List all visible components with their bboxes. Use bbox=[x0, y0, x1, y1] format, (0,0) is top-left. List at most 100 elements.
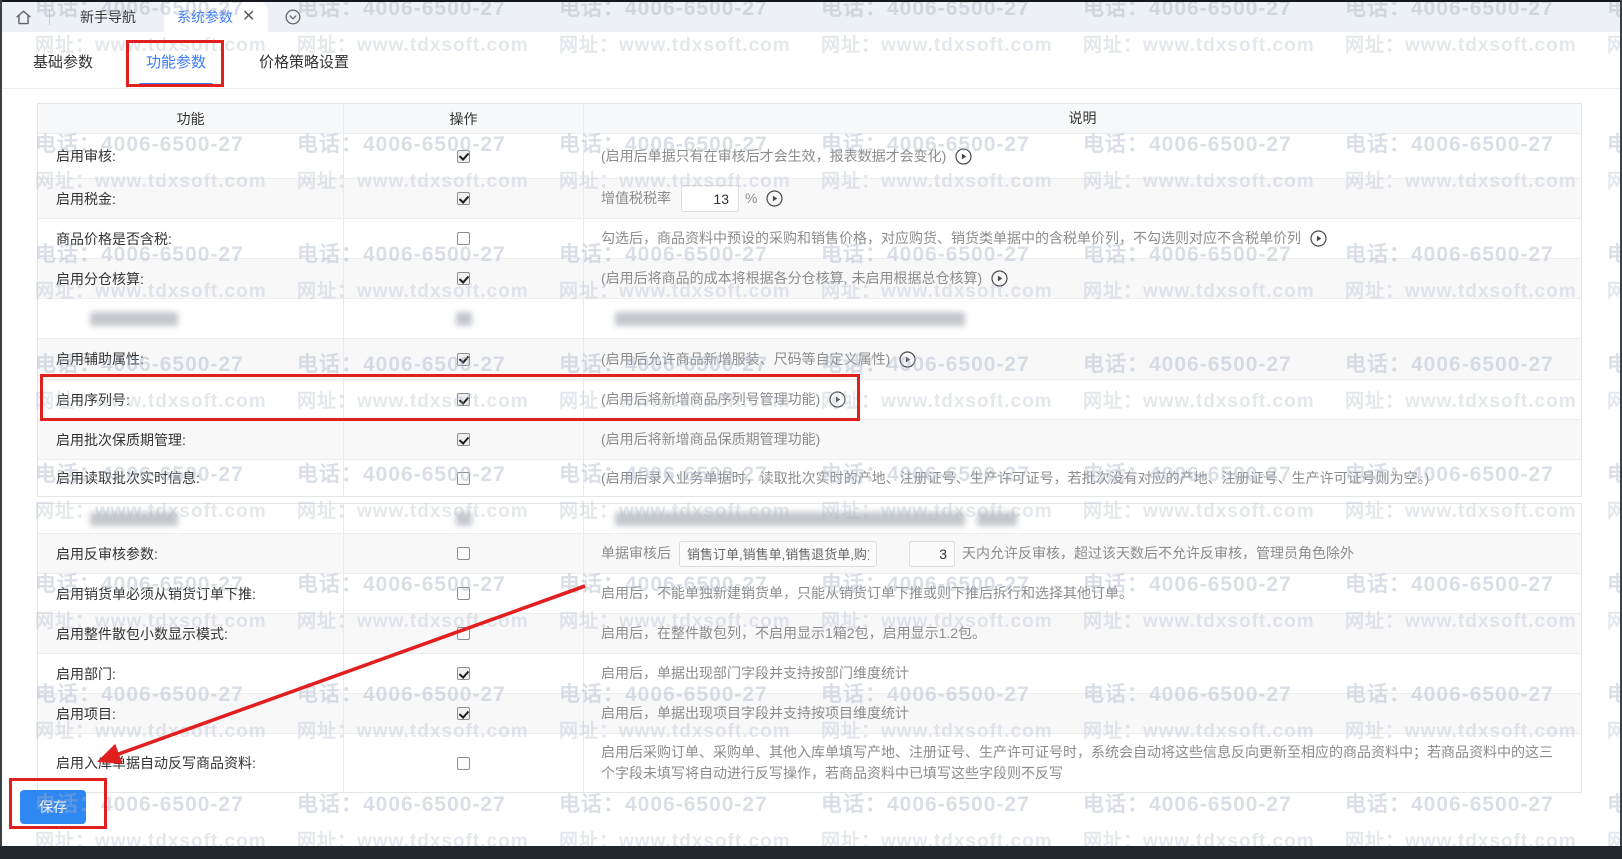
home-icon[interactable] bbox=[14, 8, 33, 27]
operation-cell bbox=[344, 574, 584, 613]
row-label: 启用反审核参数: bbox=[56, 544, 158, 564]
tab-list-dropdown-icon[interactable] bbox=[284, 8, 302, 26]
row-checkbox[interactable] bbox=[457, 232, 470, 245]
subtab-function-parameters[interactable]: 功能参数 bbox=[139, 40, 213, 88]
row-checkbox[interactable] bbox=[457, 547, 470, 560]
play-help-icon[interactable] bbox=[899, 351, 916, 368]
row-label: 启用销货单必须从销货订单下推: bbox=[56, 584, 256, 604]
row-label: 启用批次保质期管理: bbox=[56, 430, 186, 450]
row-checkbox[interactable] bbox=[457, 587, 470, 600]
description-cell: (启用后将商品的成本将根据各分仓核算, 未启用根据总仓核算) bbox=[584, 259, 1581, 298]
function-cell: 启用入库单据自动反写商品资料: bbox=[38, 734, 344, 792]
row-description: (启用后录入业务单据时，读取批次实时的产地、注册证号、生产许可证号，若批次没有对… bbox=[601, 468, 1429, 489]
table-row: 启用整件散包小数显示模式: 启用后，在整件散包列，不启用显示1箱2包，启用显示1.… bbox=[38, 614, 1581, 654]
row-checkbox[interactable] bbox=[457, 472, 470, 485]
row-description: (启用后将新增商品序列号管理功能) bbox=[601, 389, 820, 410]
function-cell bbox=[38, 299, 344, 338]
description-cell: 启用后采购订单、采购单、其他入库单填写产地、注册证号、生产许可证号时，系统会自动… bbox=[584, 734, 1581, 792]
row-label: 启用辅助属性: bbox=[56, 349, 144, 369]
row-label: 启用整件散包小数显示模式: bbox=[56, 624, 228, 644]
blurred-placeholder bbox=[615, 512, 965, 526]
function-cell: 启用项目: bbox=[38, 694, 344, 733]
table-header-row: 功能 操作 说明 bbox=[38, 104, 1581, 134]
description-cell bbox=[584, 299, 1581, 338]
description-cell: 单据审核后天内允许反审核，超过该天数后不允许反审核，管理员角色除外 bbox=[584, 534, 1581, 573]
reaudit-doc-types-input[interactable] bbox=[679, 541, 877, 567]
row-checkbox[interactable] bbox=[457, 353, 470, 366]
settings-table: 功能 操作 说明 启用审核: (启用后单据只有在审核后才会生效，报表数据才会变化)… bbox=[37, 103, 1582, 793]
play-help-icon[interactable] bbox=[766, 190, 783, 207]
close-icon[interactable]: ✕ bbox=[242, 9, 255, 25]
column-header-description: 说明 bbox=[584, 104, 1581, 133]
play-help-icon[interactable] bbox=[1310, 230, 1327, 247]
row-checkbox[interactable] bbox=[457, 667, 470, 680]
reaudit-days-input[interactable] bbox=[909, 541, 955, 567]
function-cell bbox=[38, 504, 344, 533]
table-row: 启用部门: 启用后，单据出现部门字段并支持按部门维度统计 bbox=[38, 654, 1581, 694]
tax-rate-input[interactable] bbox=[681, 185, 739, 212]
function-cell: 启用分仓核算: bbox=[38, 259, 344, 298]
row-label: 启用分仓核算: bbox=[56, 269, 144, 289]
row-description: 启用后，单据出现项目字段并支持按项目维度统计 bbox=[601, 703, 909, 724]
play-help-icon[interactable] bbox=[991, 270, 1008, 287]
blurred-placeholder bbox=[456, 512, 472, 526]
subtab-basic-parameters[interactable]: 基础参数 bbox=[26, 40, 100, 88]
operation-cell bbox=[344, 299, 584, 338]
operation-cell bbox=[344, 654, 584, 693]
row-checkbox[interactable] bbox=[457, 707, 470, 720]
row-label: 启用入库单据自动反写商品资料: bbox=[56, 753, 256, 773]
operation-cell bbox=[344, 179, 584, 218]
blurred-placeholder bbox=[90, 312, 178, 326]
function-cell: 启用整件散包小数显示模式: bbox=[38, 614, 344, 653]
blurred-placeholder bbox=[90, 512, 178, 526]
row-description: (启用后将新增商品保质期管理功能) bbox=[601, 429, 820, 450]
row-label: 启用部门: bbox=[56, 664, 116, 684]
table-row: 启用销货单必须从销货订单下推: 启用后，不能单独新建销货单，只能从销货订单下推或则… bbox=[38, 574, 1581, 614]
table-row: 启用批次保质期管理: (启用后将新增商品保质期管理功能) bbox=[38, 420, 1581, 460]
function-cell: 启用读取批次实时信息: bbox=[38, 460, 344, 496]
description-cell bbox=[584, 504, 1581, 533]
row-checkbox[interactable] bbox=[457, 757, 470, 770]
tab-bar: 新手导航 系统参数 ✕ bbox=[2, 2, 1620, 32]
row-checkbox[interactable] bbox=[457, 150, 470, 163]
table-row: 商品价格是否含税:勾选后，商品资料中预设的采购和销售价格，对应购货、销货类单据中… bbox=[38, 219, 1581, 259]
app-window: { "tab_bar": { "home_icon": "house", "me… bbox=[0, 0, 1622, 859]
description-cell: (启用后录入业务单据时，读取批次实时的产地、注册证号、生产许可证号，若批次没有对… bbox=[584, 460, 1581, 496]
row-checkbox[interactable] bbox=[457, 433, 470, 446]
description-cell: (启用后将新增商品序列号管理功能) bbox=[584, 380, 1581, 419]
tab-system-parameters[interactable]: 系统参数 ✕ bbox=[164, 2, 268, 32]
operation-cell bbox=[344, 134, 584, 178]
subtab-price-strategy[interactable]: 价格策略设置 bbox=[252, 40, 356, 88]
operation-cell bbox=[344, 420, 584, 459]
play-help-icon[interactable] bbox=[955, 148, 972, 165]
settings-table-section-2: 启用反审核参数: 单据审核后天内允许反审核，超过该天数后不允许反审核，管理员角色除… bbox=[37, 503, 1582, 793]
column-header-function: 功能 bbox=[38, 104, 344, 133]
description-cell: (启用后单据只有在审核后才会生效，报表数据才会变化) bbox=[584, 134, 1581, 178]
function-cell: 启用审核: bbox=[38, 134, 344, 178]
description-cell: 启用后，在整件散包列，不启用显示1箱2包，启用显示1.2包。 bbox=[584, 614, 1581, 653]
table-row: 启用读取批次实时信息: (启用后录入业务单据时，读取批次实时的产地、注册证号、生产… bbox=[38, 460, 1581, 496]
tab-newbie-guide[interactable]: 新手导航 bbox=[64, 2, 152, 32]
blurred-placeholder bbox=[456, 312, 472, 326]
description-cell: 启用后，不能单独新建销货单，只能从销货订单下推或则下推后拆行和选择其他订单。 bbox=[584, 574, 1581, 613]
operation-cell bbox=[344, 460, 584, 496]
operation-cell bbox=[344, 380, 584, 419]
row-label: 商品价格是否含税: bbox=[56, 229, 172, 249]
table-row: 启用项目: 启用后，单据出现项目字段并支持按项目维度统计 bbox=[38, 694, 1581, 734]
row-description: 启用后，单据出现部门字段并支持按部门维度统计 bbox=[601, 663, 909, 684]
table-row: 启用审核: (启用后单据只有在审核后才会生效，报表数据才会变化) bbox=[38, 134, 1581, 179]
row-checkbox[interactable] bbox=[457, 627, 470, 640]
row-checkbox[interactable] bbox=[457, 192, 470, 205]
row-label: 启用审核: bbox=[56, 146, 116, 166]
description-cell: 增值税税率% bbox=[584, 179, 1581, 218]
play-help-icon[interactable] bbox=[829, 391, 846, 408]
row-checkbox[interactable] bbox=[457, 393, 470, 406]
operation-cell bbox=[344, 694, 584, 733]
save-button[interactable]: 保存 bbox=[20, 790, 86, 824]
operation-cell bbox=[344, 614, 584, 653]
tab-separator bbox=[49, 10, 50, 25]
column-header-operation: 操作 bbox=[344, 104, 584, 133]
reaudit-suffix-label: 天内允许反审核，超过该天数后不允许反审核，管理员角色除外 bbox=[962, 543, 1354, 564]
operation-cell bbox=[344, 339, 584, 379]
row-checkbox[interactable] bbox=[457, 272, 470, 285]
